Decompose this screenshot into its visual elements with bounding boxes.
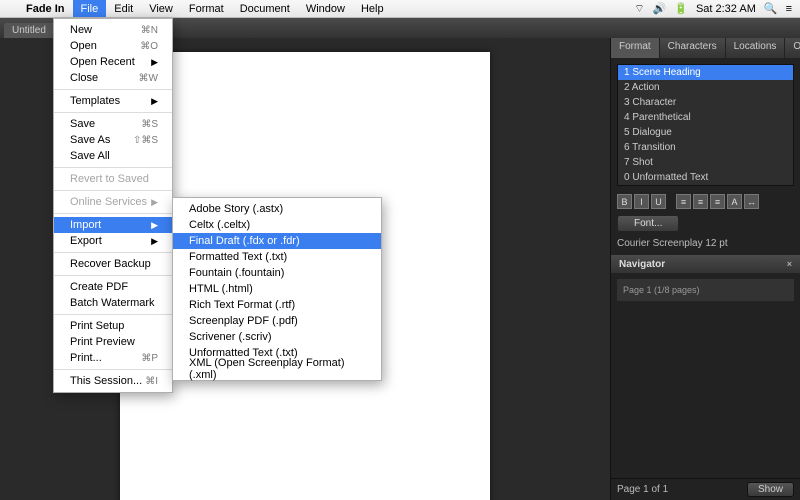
menu-item-this-session-[interactable]: This Session...⌘I — [54, 373, 172, 389]
import-item-adobe-story-astx[interactable]: Adobe Story (.astx) — [173, 201, 381, 217]
import-submenu: Adobe Story (.astx)Celtx (.celtx)Final D… — [172, 197, 382, 381]
menu-item-create-pdf[interactable]: Create PDF — [54, 279, 172, 295]
element-character[interactable]: 3 Character — [618, 95, 793, 110]
menu-window[interactable]: Window — [298, 0, 353, 17]
import-item-html-html[interactable]: HTML (.html) — [173, 281, 381, 297]
font-description: Courier Screenplay 12 pt — [617, 238, 794, 249]
menu-item-print-preview[interactable]: Print Preview — [54, 334, 172, 350]
submenu-arrow-icon: ▶ — [151, 197, 158, 208]
menu-view[interactable]: View — [141, 0, 181, 17]
menu-help[interactable]: Help — [353, 0, 392, 17]
menu-item-export[interactable]: Export▶ — [54, 233, 172, 249]
mac-menubar: Fade In File Edit View Format Document W… — [0, 0, 800, 18]
submenu-arrow-icon: ▶ — [151, 236, 158, 247]
underline-button[interactable]: U — [651, 194, 666, 209]
menu-item-revert-to-saved: Revert to Saved — [54, 171, 172, 187]
element-unformatted[interactable]: 0 Unformatted Text — [618, 170, 793, 185]
wifi-icon[interactable]: ⌔ — [634, 2, 644, 16]
page-indicator: Page 1 of 1 — [617, 484, 668, 495]
menu-document[interactable]: Document — [232, 0, 298, 17]
submenu-arrow-icon: ▶ — [151, 57, 158, 68]
menu-item-batch-watermark[interactable]: Batch Watermark — [54, 295, 172, 311]
navigator-header[interactable]: Navigator × — [611, 255, 800, 273]
menu-item-save-as[interactable]: Save As⇧⌘S — [54, 132, 172, 148]
clock[interactable]: Sat 2:32 AM — [696, 3, 756, 15]
tab-characters[interactable]: Characters — [660, 38, 726, 58]
menu-item-save[interactable]: Save⌘S — [54, 116, 172, 132]
page-thumbnail[interactable]: Page 1 (1/8 pages) — [617, 279, 794, 301]
sidebar-tabs: Format Characters Locations Other — [611, 38, 800, 58]
format-panel: 1 Scene Heading 2 Action 3 Character 4 P… — [611, 58, 800, 255]
menu-item-print-setup[interactable]: Print Setup — [54, 318, 172, 334]
menu-item-new[interactable]: New⌘N — [54, 22, 172, 38]
menu-item-import[interactable]: Import▶ — [54, 217, 172, 233]
file-menu-dropdown: New⌘NOpen⌘OOpen Recent▶Close⌘W Templates▶… — [53, 18, 173, 393]
panel-close-icon[interactable]: × — [787, 259, 792, 269]
battery-icon[interactable]: 🔋 — [674, 2, 688, 15]
import-item-final-draft-fdx-or-fdr[interactable]: Final Draft (.fdx or .fdr) — [173, 233, 381, 249]
notification-icon[interactable]: ≡ — [786, 3, 792, 15]
element-scene-heading[interactable]: 1 Scene Heading — [618, 65, 793, 80]
menu-item-print-[interactable]: Print...⌘P — [54, 350, 172, 366]
menu-item-online-services: Online Services▶ — [54, 194, 172, 210]
show-button[interactable]: Show — [747, 482, 794, 497]
menu-file[interactable]: File — [73, 0, 107, 17]
import-item-screenplay-pdf-pdf[interactable]: Screenplay PDF (.pdf) — [173, 313, 381, 329]
case-button[interactable]: A — [727, 194, 742, 209]
menu-item-save-all[interactable]: Save All — [54, 148, 172, 164]
import-item-celtx-celtx[interactable]: Celtx (.celtx) — [173, 217, 381, 233]
tab-title: Untitled — [12, 25, 46, 36]
menu-item-open-recent[interactable]: Open Recent▶ — [54, 54, 172, 70]
italic-button[interactable]: I — [634, 194, 649, 209]
align-left-button[interactable]: ≡ — [676, 194, 691, 209]
import-item-fountain-fountain[interactable]: Fountain (.fountain) — [173, 265, 381, 281]
element-list[interactable]: 1 Scene Heading 2 Action 3 Character 4 P… — [617, 64, 794, 186]
element-transition[interactable]: 6 Transition — [618, 140, 793, 155]
spotlight-icon[interactable]: 🔍 — [764, 2, 778, 15]
tab-format[interactable]: Format — [611, 38, 660, 58]
bold-button[interactable]: B — [617, 194, 632, 209]
align-center-button[interactable]: ≡ — [693, 194, 708, 209]
menu-format[interactable]: Format — [181, 0, 232, 17]
element-shot[interactable]: 7 Shot — [618, 155, 793, 170]
tab-locations[interactable]: Locations — [726, 38, 786, 58]
app-name[interactable]: Fade In — [18, 3, 73, 15]
tab-other[interactable]: Other — [785, 38, 800, 58]
align-right-button[interactable]: ≡ — [710, 194, 725, 209]
navigator-panel: Page 1 (1/8 pages) — [611, 273, 800, 478]
import-item-xml-open-screenplay-format-xml[interactable]: XML (Open Screenplay Format) (.xml) — [173, 361, 381, 377]
font-button[interactable]: Font... — [617, 215, 679, 232]
menu-item-recover-backup[interactable]: Recover Backup — [54, 256, 172, 272]
navigator-footer: Page 1 of 1 Show — [611, 478, 800, 500]
status-area: ⌔ 🔊 🔋 Sat 2:32 AM 🔍 ≡ — [634, 2, 800, 16]
speaker-icon[interactable]: 🔊 — [653, 2, 667, 15]
submenu-arrow-icon: ▶ — [151, 96, 158, 107]
style-toolbar: B I U ≡ ≡ ≡ A ↔ — [617, 194, 794, 209]
element-parenthetical[interactable]: 4 Parenthetical — [618, 110, 793, 125]
import-item-formatted-text-txt[interactable]: Formatted Text (.txt) — [173, 249, 381, 265]
menu-item-close[interactable]: Close⌘W — [54, 70, 172, 86]
spacing-button[interactable]: ↔ — [744, 194, 759, 209]
submenu-arrow-icon: ▶ — [151, 220, 158, 231]
element-action[interactable]: 2 Action — [618, 80, 793, 95]
right-sidebar: Format Characters Locations Other 1 Scen… — [610, 38, 800, 500]
menu-item-open[interactable]: Open⌘O — [54, 38, 172, 54]
navigator-title: Navigator — [619, 259, 665, 270]
menu-edit[interactable]: Edit — [106, 0, 141, 17]
import-item-scrivener-scriv[interactable]: Scrivener (.scriv) — [173, 329, 381, 345]
import-item-rich-text-format-rtf[interactable]: Rich Text Format (.rtf) — [173, 297, 381, 313]
menu-item-templates[interactable]: Templates▶ — [54, 93, 172, 109]
element-dialogue[interactable]: 5 Dialogue — [618, 125, 793, 140]
